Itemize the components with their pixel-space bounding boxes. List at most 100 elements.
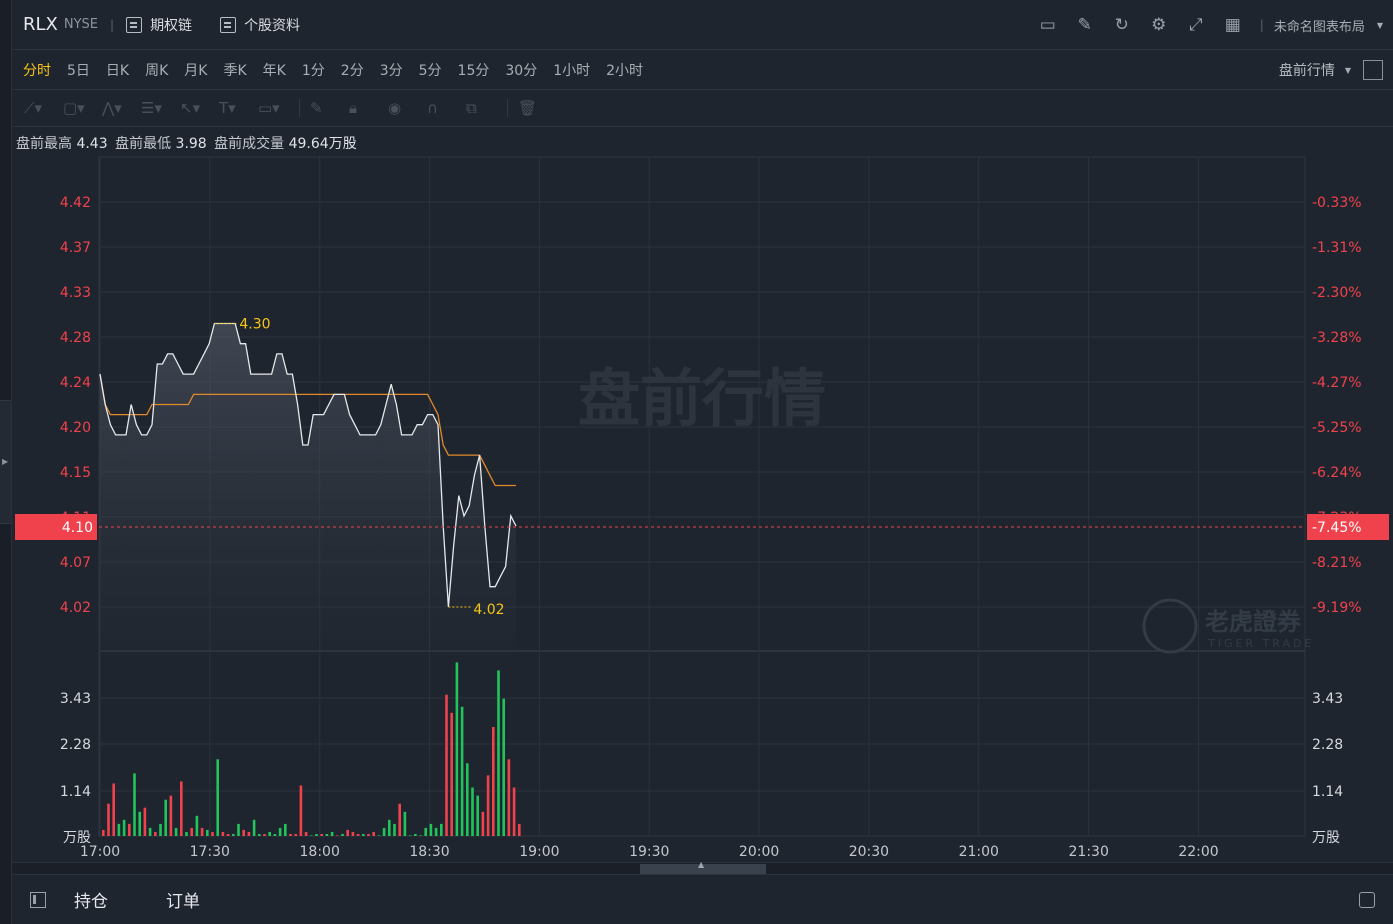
volume-bar	[185, 832, 188, 836]
tab-period-2h[interactable]: 2小时	[606, 60, 643, 80]
rectangle-tool-icon[interactable]: ▢▾	[63, 96, 93, 120]
time-tick-label: 21:30	[1069, 844, 1109, 860]
volume-bar	[200, 827, 204, 836]
volume-bar	[518, 823, 521, 836]
stock-info-icon	[220, 16, 237, 33]
tab-period-5m[interactable]: 5分	[419, 60, 442, 80]
chevron-down-icon[interactable]: ▼	[1345, 66, 1351, 75]
volume-bar	[398, 803, 401, 836]
percent-tick-label: -9.19%	[1312, 600, 1362, 616]
pen-tool-icon[interactable]: ✎	[310, 96, 340, 120]
volume-tick-label: 2.28	[60, 737, 91, 753]
option-chain-button[interactable]: 期权链	[126, 15, 192, 35]
volume-bar	[211, 832, 214, 836]
time-tick-label: 17:00	[80, 844, 120, 860]
refresh-icon[interactable]: ↻	[1112, 15, 1132, 35]
option-chain-icon	[126, 16, 143, 33]
tab-period-2m[interactable]: 2分	[341, 60, 364, 80]
fib-tool-icon[interactable]: ☰▾	[141, 96, 171, 120]
volume-bar	[294, 834, 297, 836]
tab-period-1h[interactable]: 1小时	[553, 60, 590, 80]
lock-icon[interactable]: 🔒︎	[349, 96, 379, 120]
expand-icon[interactable]	[1363, 60, 1383, 80]
tab-period-year[interactable]: 年K	[263, 60, 286, 80]
chart-type-icon[interactable]: ▭	[1038, 15, 1058, 35]
tab-period-3m[interactable]: 3分	[380, 60, 403, 80]
volume-bar	[429, 823, 433, 836]
volume-bar	[414, 834, 417, 836]
text-tool-icon[interactable]: T▾	[219, 96, 249, 120]
tab-orders[interactable]: 订单	[166, 887, 200, 912]
price-tick-label: 4.42	[60, 195, 91, 211]
drawing-toolbar: ⟋▾ ▢▾ ⋀▾ ☰▾ ↖▾ T▾ ▭▾ ✎ 🔒︎ ◉ ∩ ⧉ 🗑︎	[12, 89, 1393, 127]
tab-period-5d[interactable]: 5日	[67, 60, 90, 80]
clone-icon[interactable]: ⧉	[466, 96, 496, 120]
volume-bar	[356, 834, 360, 836]
ticker-symbol[interactable]: RLX	[23, 14, 58, 35]
time-tick-label: 17:30	[190, 844, 230, 860]
market-session-select[interactable]: 盘前行情	[1279, 60, 1335, 80]
app-window: ▶ RLX NYSE | 期权链 个股资料 ▭ ✎ ↻ ⚙ ⤢ ▦ | 未命名图…	[0, 0, 1393, 924]
volume-bar	[242, 829, 245, 836]
volume-bar	[336, 835, 339, 836]
measure-tool-icon[interactable]: ▭▾	[258, 96, 288, 120]
volume-bar	[263, 834, 266, 836]
magnet-icon[interactable]: ∩	[427, 96, 457, 120]
tab-positions[interactable]: 持仓	[74, 887, 108, 912]
tab-period-intraday[interactable]: 分时	[23, 60, 51, 80]
fullscreen-icon[interactable]: ⤢	[1186, 15, 1206, 35]
resize-handle[interactable]: ▲	[640, 860, 766, 874]
volume-bar	[133, 773, 136, 836]
volume-bar	[304, 832, 308, 836]
tab-period-month[interactable]: 月K	[184, 60, 207, 80]
tab-period-1m[interactable]: 1分	[302, 60, 325, 80]
pattern-tool-icon[interactable]: ⋀▾	[102, 96, 132, 120]
time-tick-label: 18:30	[409, 844, 449, 860]
volume-bar	[460, 706, 464, 836]
period-tabs: 分时 5日 日K 周K 月K 季K 年K 1分 2分 3分 5分 15分 30分…	[12, 51, 1393, 89]
settings-icon[interactable]: ⚙	[1149, 15, 1169, 35]
popout-icon[interactable]	[1359, 892, 1375, 908]
volume-bar	[221, 832, 225, 836]
volume-bar	[393, 823, 396, 836]
tab-period-15m[interactable]: 15分	[458, 60, 490, 80]
arrow-tool-icon[interactable]: ↖▾	[180, 96, 210, 120]
volume-bar	[252, 819, 256, 836]
volume-bar	[284, 823, 287, 836]
volume-bar	[476, 795, 479, 836]
high-marker-label: 4.30	[239, 317, 270, 333]
percent-tick-label: -6.24%	[1312, 465, 1362, 481]
volume-bar	[232, 834, 235, 836]
chevron-down-icon[interactable]: ▼	[1377, 21, 1383, 30]
price-tick-label: 4.28	[60, 330, 91, 346]
brand-name: 老虎證券	[1205, 608, 1302, 636]
stock-info-button[interactable]: 个股资料	[220, 15, 300, 35]
tab-period-quarter[interactable]: 季K	[223, 60, 246, 80]
grid-layout-icon[interactable]: ▦	[1223, 15, 1243, 35]
volume-bar	[247, 832, 251, 836]
volume-bar	[216, 759, 219, 836]
tab-period-week[interactable]: 周K	[145, 60, 168, 80]
line-tool-icon[interactable]: ⟋▾	[24, 96, 54, 120]
period-right-tools: 盘前行情 ▼	[1279, 51, 1393, 89]
percent-tick-label: -8.21%	[1312, 555, 1362, 571]
tab-period-30m[interactable]: 30分	[505, 60, 537, 80]
volume-bar	[419, 835, 422, 836]
layout-selector[interactable]: 未命名图表布局	[1274, 16, 1365, 35]
header-separator: |	[110, 17, 115, 32]
volume-tick-label: 3.43	[60, 691, 91, 707]
volume-bar	[159, 823, 162, 836]
volume-bar	[471, 787, 474, 836]
panel-toggle-icon[interactable]	[30, 891, 46, 908]
chart-svg[interactable]: 盘前行情老虎證券TIGER TRADE 4.30 4.02 4.42 4.37 4.33 4…	[0, 150, 1393, 862]
time-tick-label: 20:30	[849, 844, 889, 860]
caret-up-icon: ▲	[698, 860, 705, 869]
intraday-chart[interactable]: 盘前行情 老虎證券 TIGER TRADE 4.30 4.02 4.42 4.37 4.33 4…	[0, 150, 1393, 862]
volume-bar	[237, 823, 240, 836]
trash-icon[interactable]: 🗑︎	[518, 96, 548, 120]
draw-icon[interactable]: ✎	[1075, 15, 1095, 35]
volume-bar	[315, 834, 318, 836]
eye-icon[interactable]: ◉	[388, 96, 418, 120]
tab-period-day[interactable]: 日K	[106, 60, 129, 80]
volume-bar	[143, 807, 147, 836]
